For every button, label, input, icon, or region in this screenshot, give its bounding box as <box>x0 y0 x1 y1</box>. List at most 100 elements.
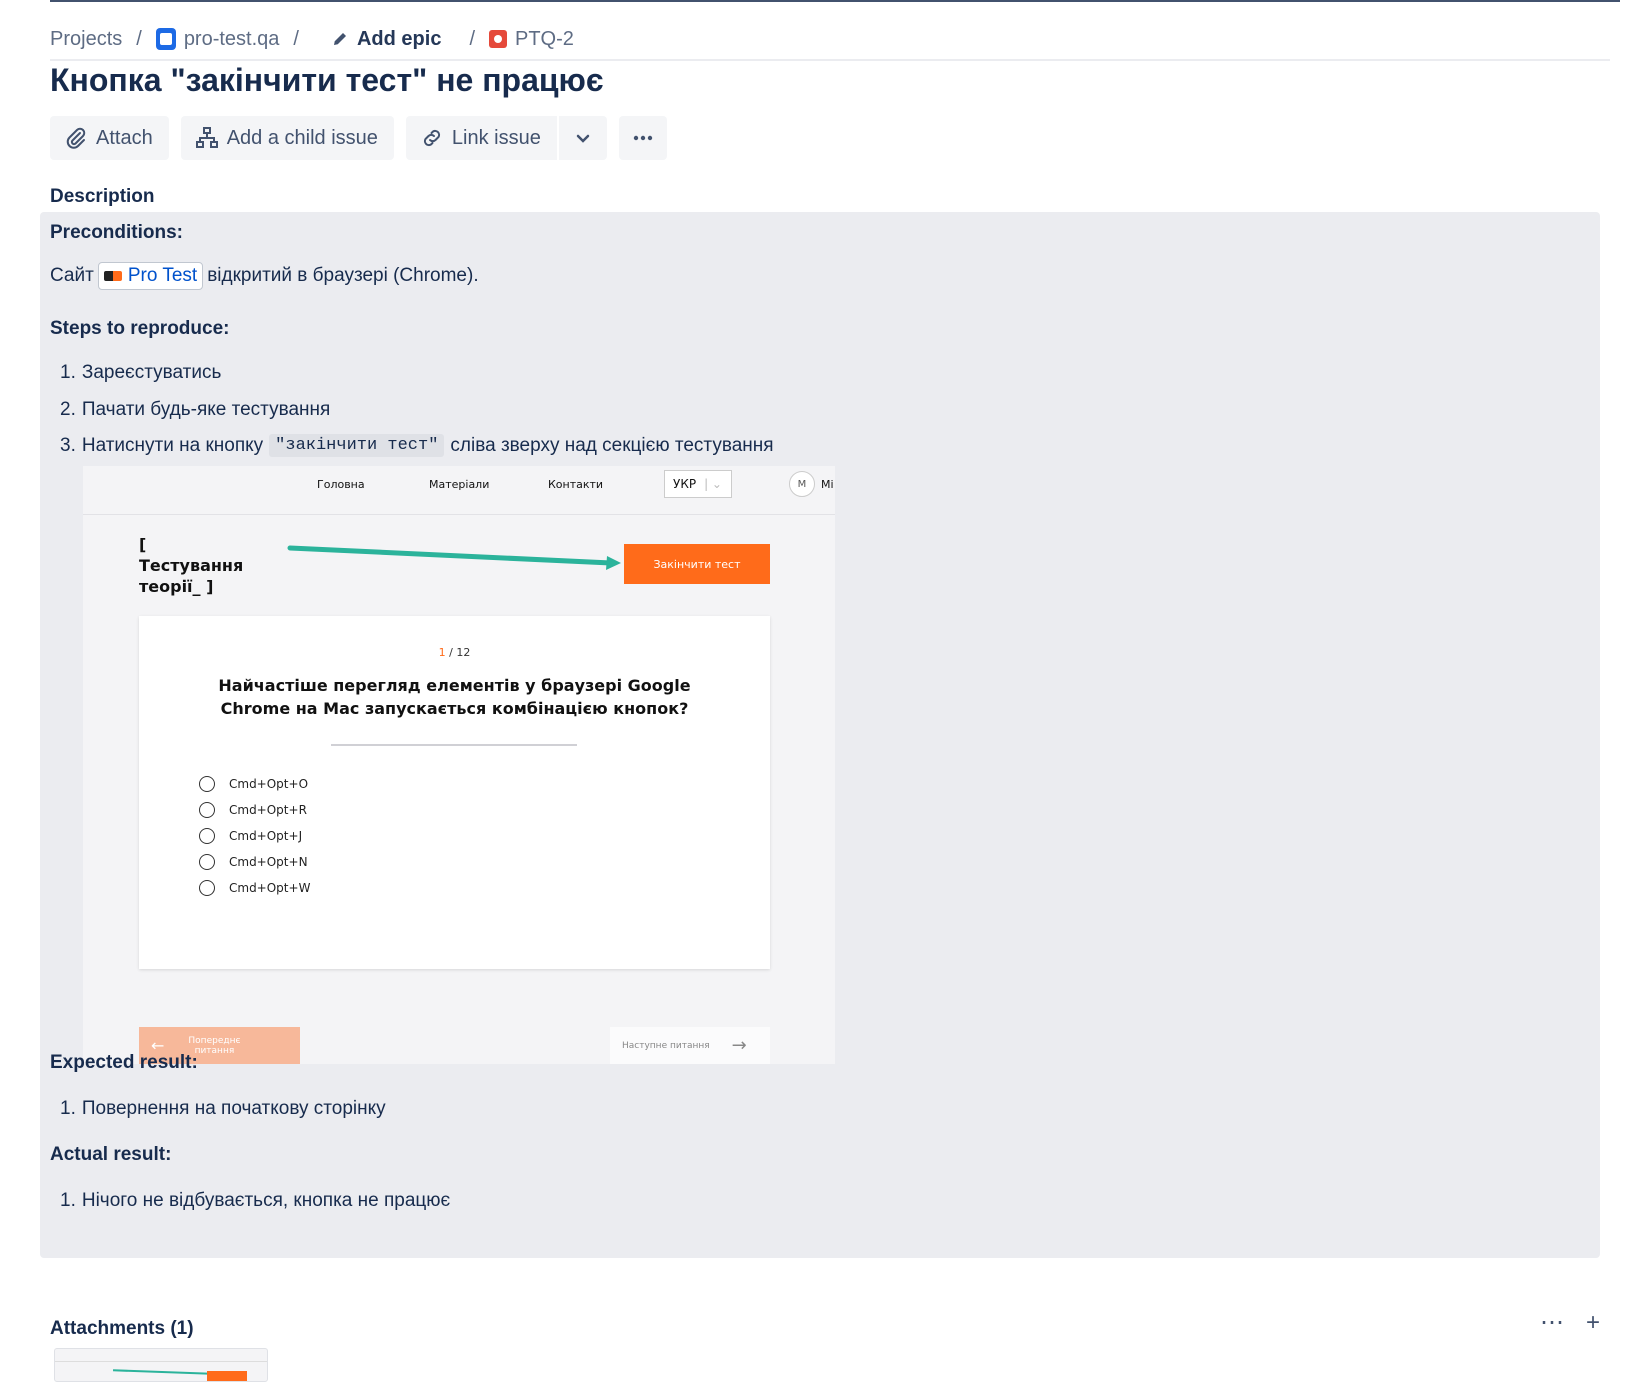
list-text: Нічого не відбувається, кнопка не працює <box>81 1190 451 1211</box>
preconditions-heading: Preconditions: <box>50 222 184 243</box>
breadcrumb-separator: / <box>469 27 475 50</box>
list-number: 2. <box>60 399 76 420</box>
arrow-right-icon: → <box>731 1035 747 1056</box>
screenshot-option: Cmd+Opt+N <box>199 854 308 870</box>
breadcrumb-project[interactable]: pro-test.qa <box>155 27 280 51</box>
list-number: 1. <box>60 362 76 383</box>
smart-link-label: Pro Test <box>127 265 198 286</box>
screenshot-option: Cmd+Opt+O <box>199 776 308 792</box>
thumbnail-button <box>207 1371 247 1381</box>
inline-code: "закінчити тест" <box>269 434 445 457</box>
breadcrumb-issue-key[interactable]: PTQ-2 <box>489 28 574 51</box>
list-item: 2. Пачати будь-яке тестування <box>60 399 330 421</box>
attachments-actions: ⋯ + <box>1540 1308 1600 1337</box>
link-issue-group: Link issue <box>405 116 607 160</box>
list-text: Пачати будь-яке тестування <box>81 399 331 420</box>
site-suffix: відкритий в браузері (Chrome). <box>207 265 479 286</box>
link-issue-label: Link issue <box>451 126 541 149</box>
radio-icon <box>199 880 215 896</box>
screenshot-finish-test-button: Закінчити тест <box>624 544 770 584</box>
screenshot-avatar: М <box>789 471 815 497</box>
radio-icon <box>199 828 215 844</box>
preconditions-text: Сайт Pro Test відкритий в браузері (Chro… <box>50 262 479 290</box>
screenshot-language-select: УКР | ⌄ <box>664 470 732 498</box>
site-prefix: Сайт <box>50 265 94 286</box>
list-number: 3. <box>60 434 76 456</box>
attach-button[interactable]: Attach <box>50 116 169 160</box>
add-child-issue-button[interactable]: Add a child issue <box>180 116 394 160</box>
screenshot-question-text: Найчастіше перегляд елементів у браузері… <box>218 676 691 718</box>
link-icon <box>423 129 440 147</box>
add-epic-label: Add epic <box>356 27 442 50</box>
add-epic-link[interactable]: Add epic <box>331 28 441 51</box>
add-child-issue-label: Add a child issue <box>226 126 378 149</box>
list-number: 1. <box>60 1098 76 1119</box>
top-border <box>50 0 1620 2</box>
next-label: Наступне питання <box>622 1040 710 1051</box>
embedded-screenshot[interactable]: Головна Матеріали Контакти УКР | ⌄ М Mi [… <box>83 466 835 1064</box>
expected-heading: Expected result: <box>50 1052 198 1073</box>
screenshot-nav-home: Головна <box>317 478 365 491</box>
description-label: Description <box>50 186 155 207</box>
issue-toolbar: Attach Add a child issue Link issue <box>50 116 667 160</box>
description-body[interactable]: Preconditions: Сайт Pro Test відкритий в… <box>40 212 1600 1258</box>
screenshot-question-divider <box>331 744 577 746</box>
list-number: 1. <box>60 1190 76 1211</box>
project-avatar-icon <box>155 28 176 50</box>
attach-label: Attach <box>96 126 153 149</box>
list-item: 1. Повернення на початкову сторінку <box>60 1098 386 1120</box>
more-actions-button[interactable] <box>618 116 667 160</box>
list-item: 1. Зареєстуватись <box>60 362 221 384</box>
list-item: 1. Нічого не відбувається, кнопка не пра… <box>60 1190 450 1212</box>
site-favicon-icon <box>103 271 122 281</box>
more-horizontal-icon[interactable]: ⋯ <box>1540 1308 1564 1337</box>
issue-title[interactable]: Кнопка "закінчити тест" не працює <box>50 62 604 99</box>
screenshot-avatar-name: Mi <box>821 478 834 491</box>
paperclip-icon <box>66 127 86 149</box>
breadcrumb-project-label: pro-test.qa <box>183 27 280 50</box>
counter-total: / 12 <box>449 646 471 659</box>
attachments-label: Attachments (1) <box>50 1318 194 1339</box>
list-text: Повернення на початкову сторінку <box>81 1098 386 1119</box>
list-item: 3. Натиснути на кнопку "закінчити тест" … <box>60 434 774 457</box>
breadcrumb-separator: / <box>293 27 299 50</box>
breadcrumb: Projects / pro-test.qa / Add epic / PTQ-… <box>50 24 574 54</box>
screenshot-navbar: Головна Матеріали Контакти УКР | ⌄ М Mi <box>83 466 835 515</box>
option-label: Cmd+Opt+N <box>229 855 308 869</box>
plus-icon[interactable]: + <box>1586 1309 1600 1337</box>
screenshot-next-button: Наступне питання → <box>610 1027 770 1064</box>
screenshot-option: Cmd+Opt+W <box>199 880 310 896</box>
link-issue-button[interactable]: Link issue <box>406 116 557 160</box>
screenshot-option: Cmd+Opt+J <box>199 828 302 844</box>
screenshot-lang-value: УКР <box>673 477 697 491</box>
counter-current: 1 <box>438 646 446 659</box>
screenshot-nav-materials: Матеріали <box>429 478 490 491</box>
screenshot-test-title: [ Тестування теорії_ ] <box>139 535 244 596</box>
screenshot-question-counter: 1 / 12 <box>139 646 770 659</box>
option-label: Cmd+Opt+J <box>229 829 303 843</box>
option-label: Cmd+Opt+R <box>229 803 307 817</box>
breadcrumb-projects[interactable]: Projects <box>50 28 122 51</box>
option-label: Cmd+Opt+O <box>229 777 309 791</box>
pencil-icon <box>333 33 346 45</box>
option-label: Cmd+Opt+W <box>229 881 311 895</box>
hierarchy-icon <box>195 127 218 148</box>
attachment-thumbnail[interactable] <box>54 1348 268 1382</box>
screenshot-question-card: 1 / 12 Найчастіше перегляд елементів у б… <box>139 616 770 969</box>
list-text: сліва зверху над секцією тестування <box>450 434 774 456</box>
chevron-down-icon: | ⌄ <box>704 477 722 491</box>
actual-heading: Actual result: <box>50 1144 172 1165</box>
radio-icon <box>199 802 215 818</box>
chevron-down-icon <box>576 134 590 143</box>
list-text: Натиснути на кнопку <box>81 434 264 456</box>
radio-icon <box>199 776 215 792</box>
link-issue-dropdown-button[interactable] <box>559 116 607 160</box>
thumbnail-arrow <box>112 1369 212 1375</box>
thumbnail-navbar <box>55 1349 267 1362</box>
screenshot-option: Cmd+Opt+R <box>199 802 307 818</box>
screenshot-nav-contacts: Контакти <box>548 478 604 491</box>
pro-test-smart-link[interactable]: Pro Test <box>97 262 204 290</box>
breadcrumb-separator: / <box>136 27 142 50</box>
steps-heading: Steps to reproduce: <box>50 318 230 339</box>
breadcrumb-divider <box>50 59 1610 61</box>
